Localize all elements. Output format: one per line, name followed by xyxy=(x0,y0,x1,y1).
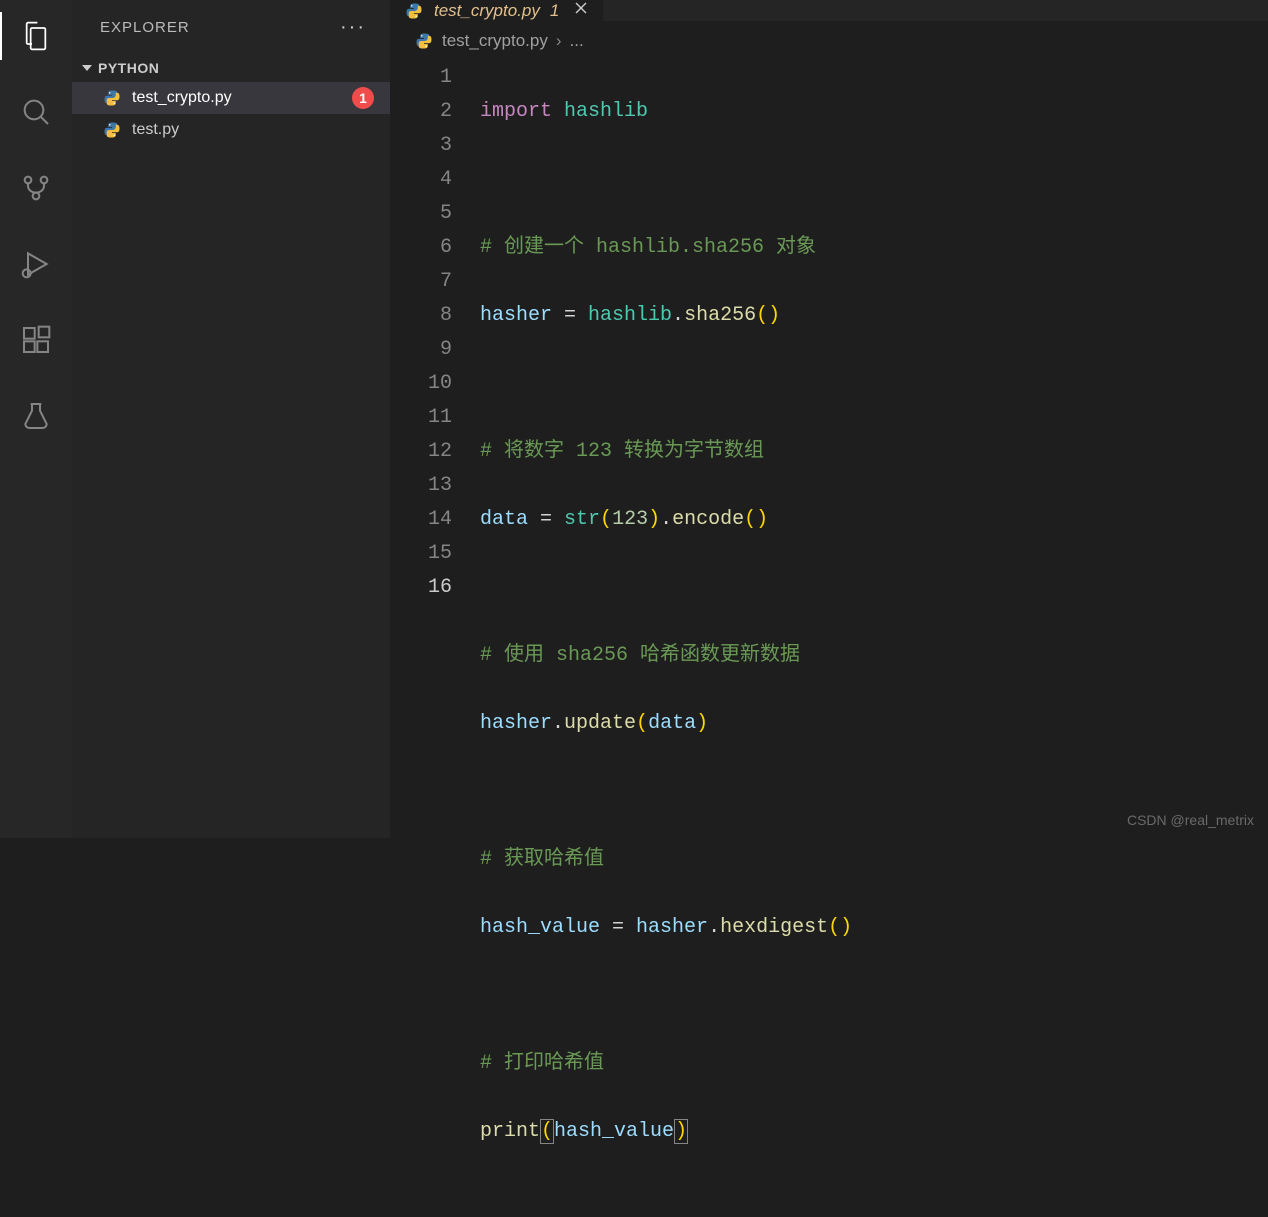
code-content[interactable]: import hashlib # 创建一个 hashlib.sha256 对象 … xyxy=(480,61,1268,1217)
breadcrumb-file: test_crypto.py xyxy=(442,31,548,51)
sidebar-more-icon[interactable]: ··· xyxy=(340,16,366,39)
error-badge: 1 xyxy=(352,87,374,109)
line-number: 5 xyxy=(390,197,452,231)
line-number: 12 xyxy=(390,435,452,469)
line-number: 3 xyxy=(390,129,452,163)
line-number: 11 xyxy=(390,401,452,435)
line-number: 10 xyxy=(390,367,452,401)
folder-header[interactable]: PYTHON xyxy=(72,54,390,82)
python-icon xyxy=(102,88,122,108)
tab-filename: test_crypto.py xyxy=(434,1,540,21)
line-number: 8 xyxy=(390,299,452,333)
activity-extensions-icon[interactable] xyxy=(12,316,60,364)
activity-testing-icon[interactable] xyxy=(12,392,60,440)
file-label: test.py xyxy=(132,121,179,139)
sidebar-title: EXPLORER xyxy=(100,19,190,36)
line-number: 15 xyxy=(390,537,452,571)
line-number: 1 xyxy=(390,61,452,95)
code-editor[interactable]: 1 2 3 4 5 6 7 8 9 10 11 12 13 14 15 16 i… xyxy=(390,61,1268,1217)
line-number: 9 xyxy=(390,333,452,367)
tab-bar: test_crypto.py 1 xyxy=(390,0,1268,21)
activity-bar xyxy=(0,0,72,838)
explorer-sidebar: EXPLORER ··· PYTHON test_crypto.py 1 tes… xyxy=(72,0,390,838)
chevron-right-icon: › xyxy=(556,31,562,51)
python-icon xyxy=(414,31,434,51)
file-label: test_crypto.py xyxy=(132,89,232,107)
activity-explorer-icon[interactable] xyxy=(12,12,60,60)
file-item-test[interactable]: test.py xyxy=(72,114,390,146)
close-icon[interactable] xyxy=(573,0,589,21)
breadcrumb[interactable]: test_crypto.py › ... xyxy=(390,21,1268,61)
breadcrumb-rest: ... xyxy=(570,31,584,51)
editor-area: test_crypto.py 1 test_crypto.py › ... 1 … xyxy=(390,0,1268,838)
activity-source-control-icon[interactable] xyxy=(12,164,60,212)
line-number: 13 xyxy=(390,469,452,503)
python-icon xyxy=(102,120,122,140)
line-number: 14 xyxy=(390,503,452,537)
line-number: 6 xyxy=(390,231,452,265)
file-item-test-crypto[interactable]: test_crypto.py 1 xyxy=(72,82,390,114)
line-number: 16 xyxy=(390,571,452,605)
folder-name: PYTHON xyxy=(98,60,159,76)
tab-modified-indicator: 1 xyxy=(550,1,559,21)
python-icon xyxy=(404,1,424,21)
chevron-down-icon xyxy=(82,65,92,71)
line-number: 2 xyxy=(390,95,452,129)
activity-search-icon[interactable] xyxy=(12,88,60,136)
watermark: CSDN @real_metrix xyxy=(1127,812,1254,828)
line-number: 4 xyxy=(390,163,452,197)
sidebar-header: EXPLORER ··· xyxy=(72,0,390,54)
tab-test-crypto[interactable]: test_crypto.py 1 xyxy=(390,0,603,21)
line-gutter: 1 2 3 4 5 6 7 8 9 10 11 12 13 14 15 16 xyxy=(390,61,480,1217)
line-number: 7 xyxy=(390,265,452,299)
activity-run-debug-icon[interactable] xyxy=(12,240,60,288)
